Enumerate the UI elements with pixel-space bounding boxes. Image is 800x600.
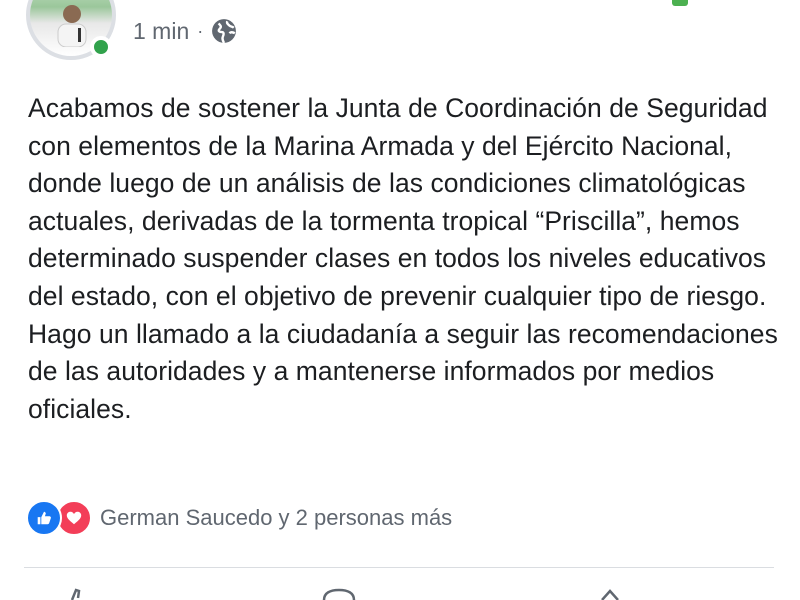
facebook-post: 1 min · Acabamos de sostener la Junta de… — [0, 0, 800, 600]
reactions-summary[interactable]: German Saucedo y 2 personas más — [26, 500, 452, 536]
person-silhouette-icon — [57, 5, 87, 47]
globe-icon[interactable] — [211, 18, 237, 44]
like-button-icon[interactable] — [62, 588, 96, 600]
reactions-summary-text[interactable]: German Saucedo y 2 personas más — [100, 505, 452, 531]
action-bar — [0, 588, 800, 600]
cut-off-icon — [672, 0, 688, 6]
online-status-indicator — [90, 36, 112, 58]
meta-separator: · — [197, 20, 204, 41]
share-button-icon[interactable] — [592, 588, 626, 600]
comment-button-icon[interactable] — [322, 588, 356, 600]
post-meta: 1 min · — [133, 15, 237, 47]
like-icon — [26, 500, 62, 536]
post-timestamp[interactable]: 1 min — [133, 18, 189, 45]
divider — [24, 567, 774, 568]
post-body-text: Acabamos de sostener la Junta de Coordin… — [28, 93, 778, 424]
